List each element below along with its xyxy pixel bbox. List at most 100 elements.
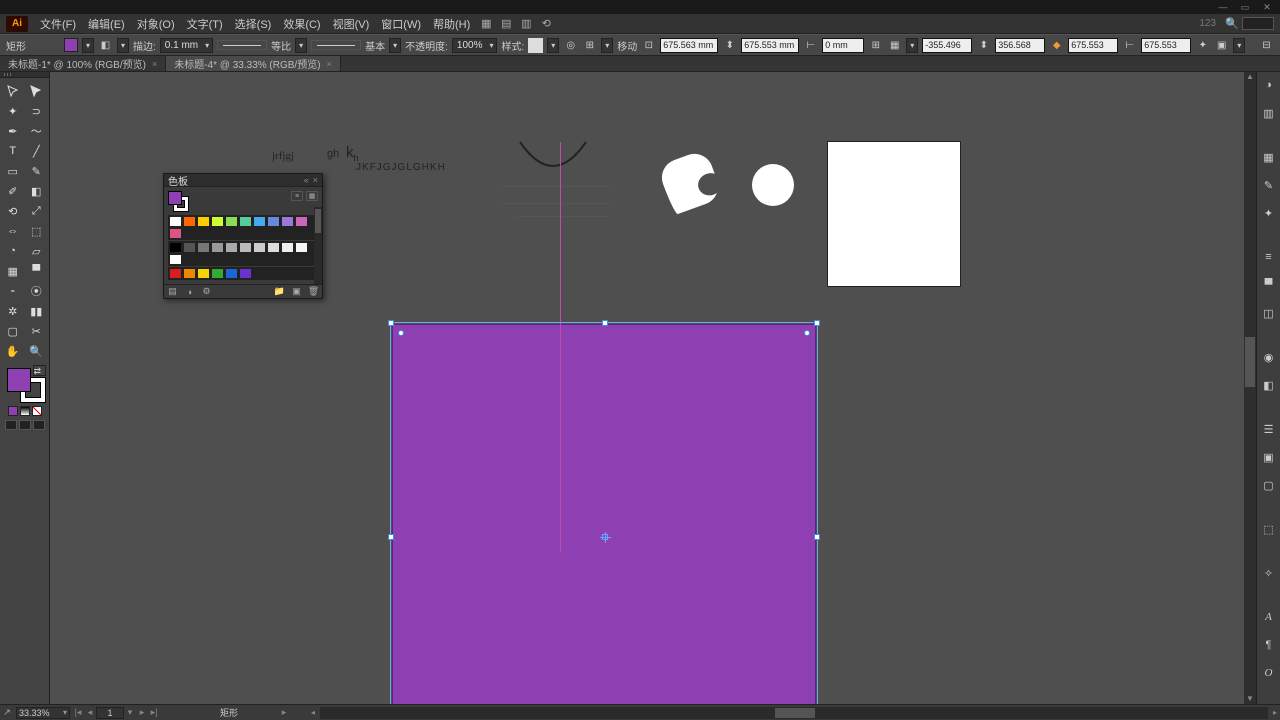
swatch[interactable] xyxy=(169,242,182,253)
swatch[interactable] xyxy=(267,216,280,227)
lasso-tool[interactable]: ⊃ xyxy=(26,102,48,120)
panel-close-icon[interactable]: × xyxy=(313,175,318,185)
transparency-panel-icon[interactable]: ◫ xyxy=(1260,304,1278,322)
isolate-icon[interactable]: ▣ xyxy=(1214,38,1229,53)
swatch[interactable] xyxy=(225,216,238,227)
circle-object[interactable] xyxy=(752,164,794,206)
swatch[interactable] xyxy=(225,268,238,279)
swatch[interactable] xyxy=(197,268,210,279)
swatch[interactable] xyxy=(281,242,294,253)
fill-dropdown[interactable]: ▾ xyxy=(82,38,94,53)
swatch[interactable] xyxy=(239,268,252,279)
swatch-kind-icon[interactable]: ◑ xyxy=(184,286,195,297)
opentype-panel-icon[interactable]: O xyxy=(1260,664,1278,682)
new-group-icon[interactable]: 📁 xyxy=(274,286,285,297)
line-object-3[interactable] xyxy=(516,216,608,217)
blob-object[interactable] xyxy=(657,149,724,216)
tab-doc2[interactable]: 未标题-4* @ 33.33% (RGB/预览)× xyxy=(166,56,341,71)
swatch[interactable] xyxy=(211,268,224,279)
opacity-field[interactable]: 100%▾ xyxy=(452,38,498,53)
swatch[interactable] xyxy=(239,216,252,227)
swatch[interactable] xyxy=(211,216,224,227)
stroke-weight-field[interactable]: 0.1 mm▾ xyxy=(160,38,213,53)
link-xy-icon[interactable]: ⊢ xyxy=(803,38,818,53)
zoom-field[interactable]: 33.33%▾ xyxy=(16,707,70,719)
delete-swatch-icon[interactable]: 🗑 xyxy=(308,286,319,297)
gradient-tool[interactable]: ▀ xyxy=(26,262,48,280)
artboard-tool[interactable]: ▢ xyxy=(2,322,24,340)
swatch[interactable] xyxy=(211,242,224,253)
magic-wand-tool[interactable]: ✦ xyxy=(2,102,24,120)
gradient-panel-icon[interactable]: ▀ xyxy=(1260,276,1278,294)
menu-help[interactable]: 帮助(H) xyxy=(427,14,476,34)
line-object-2[interactable] xyxy=(500,203,612,204)
shaper-tool[interactable]: ✐ xyxy=(2,182,24,200)
swatch[interactable] xyxy=(253,216,266,227)
menu-object[interactable]: 对象(O) xyxy=(131,14,181,34)
scroll-left-icon[interactable]: ◂ xyxy=(308,707,318,719)
iso-dd[interactable]: ▾ xyxy=(1233,38,1245,53)
artboard-thumbnail[interactable] xyxy=(828,142,960,286)
curvature-tool[interactable]: 〜 xyxy=(26,122,48,140)
swatch[interactable] xyxy=(183,242,196,253)
recolor-icon[interactable]: ◎ xyxy=(563,38,578,53)
artboards-panel-icon[interactable]: ▢ xyxy=(1260,476,1278,494)
menu-type[interactable]: 文字(T) xyxy=(181,14,229,34)
stroke-swatch[interactable]: ◧ xyxy=(98,38,113,53)
curve-object[interactable] xyxy=(518,140,588,180)
swatch[interactable] xyxy=(295,216,308,227)
sync-icon[interactable]: ⟲ xyxy=(538,16,554,32)
last-artboard-icon[interactable]: ▸| xyxy=(148,707,160,718)
panel-menu-icon[interactable]: ⊟ xyxy=(1259,38,1274,53)
panel-titlebar[interactable]: 色板 « × xyxy=(164,174,322,187)
rh-field[interactable]: 675.553 xyxy=(1141,38,1191,53)
eyedropper-tool[interactable]: ⁃ xyxy=(2,282,24,300)
style-swatch[interactable] xyxy=(528,38,543,53)
swatches-panel-icon[interactable]: ▦ xyxy=(1260,148,1278,166)
menu-file[interactable]: 文件(F) xyxy=(34,14,82,34)
scroll-down-icon[interactable]: ▼ xyxy=(1244,694,1256,704)
close-tab-icon[interactable]: × xyxy=(327,59,332,69)
rectangle-tool[interactable]: ▭ xyxy=(2,162,24,180)
rw-field[interactable]: 675.553 xyxy=(1068,38,1118,53)
text-object-4[interactable]: JKFJGJGLGHKH xyxy=(356,162,446,173)
scroll-thumb-h[interactable] xyxy=(775,708,815,718)
graphic-styles-panel-icon[interactable]: ◧ xyxy=(1260,376,1278,394)
swatch[interactable] xyxy=(253,242,266,253)
status-menu-icon[interactable]: ▸ xyxy=(278,707,290,718)
swatch[interactable] xyxy=(169,268,182,279)
mesh-tool[interactable]: ▦ xyxy=(2,262,24,280)
color-mode-none[interactable] xyxy=(32,406,42,416)
scroll-thumb[interactable] xyxy=(1245,337,1255,387)
x-field[interactable]: 675.563 mm xyxy=(660,38,718,53)
scroll-up-icon[interactable]: ▲ xyxy=(1244,72,1256,82)
grid-dd[interactable]: ▾ xyxy=(906,38,918,53)
color-panel-icon[interactable]: ◑ xyxy=(1260,76,1278,94)
text-object-2[interactable]: gh xyxy=(327,148,339,160)
assets-panel-icon[interactable]: ▣ xyxy=(1260,448,1278,466)
zoom-tool[interactable]: 🔍 xyxy=(26,342,48,360)
menu-select[interactable]: 选择(S) xyxy=(229,14,278,34)
next-artboard-icon[interactable]: ▸ xyxy=(136,707,148,718)
blend-tool[interactable]: ⦿ xyxy=(26,282,48,300)
swatch[interactable] xyxy=(267,242,280,253)
color-mode-gradient[interactable] xyxy=(20,406,30,416)
layers-panel-icon[interactable]: ☰ xyxy=(1260,420,1278,438)
profile-dd[interactable]: ▾ xyxy=(295,38,307,53)
w-field[interactable]: -355.496 xyxy=(922,38,972,53)
list-view-icon[interactable]: ≡ xyxy=(291,191,303,201)
status-popup-icon[interactable]: ↗ xyxy=(0,707,14,718)
swatch[interactable] xyxy=(225,242,238,253)
menu-view[interactable]: 视图(V) xyxy=(327,14,376,34)
swatch-lib-icon[interactable]: ▤ xyxy=(167,286,178,297)
direct-select-tool[interactable] xyxy=(26,82,48,100)
toolbox-grip[interactable] xyxy=(0,72,49,78)
minimize-button[interactable]: — xyxy=(1214,2,1232,12)
swap-icon[interactable]: ⇄ xyxy=(33,365,46,376)
doc-icon[interactable]: ▤ xyxy=(498,16,514,32)
tab-doc1[interactable]: 未标题-1* @ 100% (RGB/预览)× xyxy=(0,56,166,71)
screen-present[interactable] xyxy=(33,420,45,430)
menu-window[interactable]: 窗口(W) xyxy=(375,14,427,34)
stroke-profile[interactable] xyxy=(217,40,267,50)
shape-mode-icon[interactable]: ✦ xyxy=(1195,38,1210,53)
